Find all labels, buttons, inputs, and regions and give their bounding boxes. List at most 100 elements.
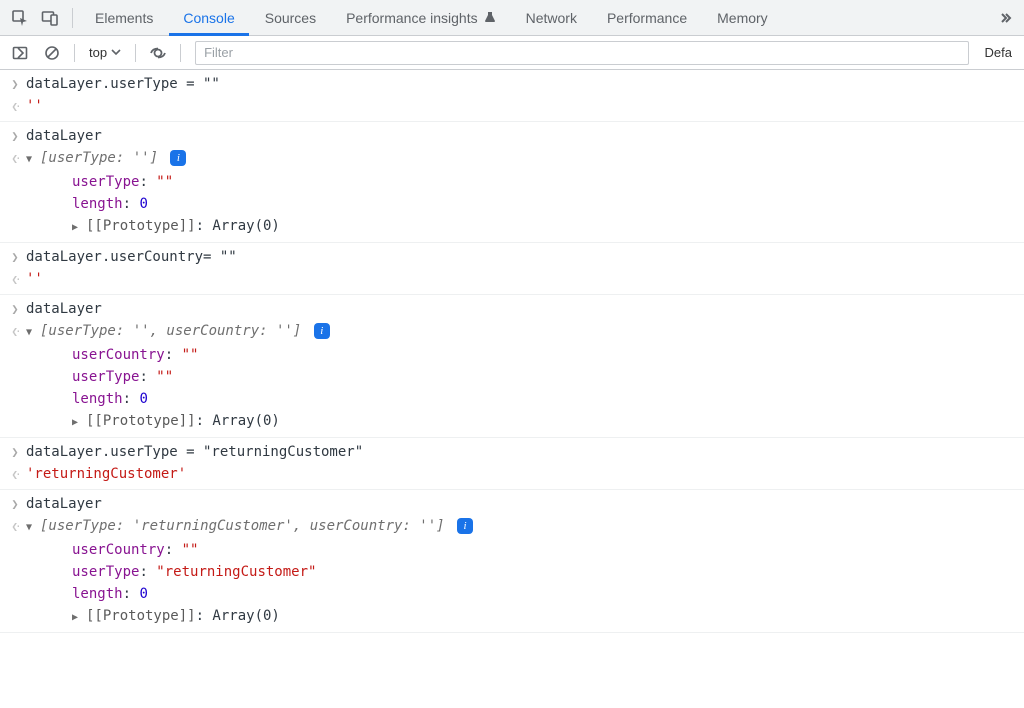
code-text: [userType: ''] i (26, 148, 186, 170)
code-text: [[Prototype]]: Array(0) (72, 606, 280, 628)
info-badge-icon[interactable]: i (170, 150, 186, 166)
console-entry: dataLayer.userType = ""'' (0, 70, 1024, 122)
code-text: length: 0 (72, 389, 148, 409)
code-text: dataLayer.userType = "" (26, 74, 220, 94)
execution-context-select[interactable]: top (83, 45, 127, 60)
input-marker-icon (4, 126, 26, 146)
tab-elements[interactable]: Elements (81, 0, 167, 36)
tab-memory[interactable]: Memory (703, 0, 782, 36)
code-text: [[Prototype]]: Array(0) (72, 216, 280, 238)
console-line[interactable]: '' (4, 95, 1024, 118)
code-text: userType: "" (72, 172, 173, 192)
input-marker-icon (4, 247, 26, 267)
console-line[interactable]: dataLayer.userType = "returningCustomer" (4, 441, 1024, 463)
toggle-sidebar-icon[interactable] (6, 39, 34, 67)
code-text: dataLayer.userCountry= "" (26, 247, 237, 267)
console-line[interactable]: dataLayer.userCountry= "" (4, 246, 1024, 268)
code-text: userCountry: "" (72, 540, 198, 560)
console-entry: dataLayer[userType: '', userCountry: '']… (0, 295, 1024, 438)
device-toggle-icon[interactable] (36, 4, 64, 32)
disclosure-right-icon[interactable] (72, 218, 84, 238)
output-marker-icon (4, 516, 26, 537)
output-marker-icon (4, 96, 26, 117)
console-line[interactable]: userType: "" (4, 171, 1024, 193)
console-output[interactable]: dataLayer.userType = ""''dataLayer[userT… (0, 70, 1024, 633)
code-text: length: 0 (72, 194, 148, 214)
console-line[interactable]: userType: "returningCustomer" (4, 561, 1024, 583)
code-text: [[Prototype]]: Array(0) (72, 411, 280, 433)
console-line[interactable]: [userType: '', userCountry: ''] i (4, 320, 1024, 344)
tab-performance[interactable]: Performance (593, 0, 701, 36)
output-marker-icon (4, 148, 26, 169)
info-badge-icon[interactable]: i (314, 323, 330, 339)
code-text: userType: "returningCustomer" (72, 562, 316, 582)
console-line[interactable]: length: 0 (4, 193, 1024, 215)
console-line[interactable]: '' (4, 268, 1024, 291)
console-entry: dataLayer.userType = "returningCustomer"… (0, 438, 1024, 490)
console-line[interactable]: userCountry: "" (4, 344, 1024, 366)
console-entry: dataLayer[userType: 'returningCustomer',… (0, 490, 1024, 633)
tab-console[interactable]: Console (169, 0, 248, 36)
input-marker-icon (4, 74, 26, 94)
filter-input[interactable] (195, 41, 968, 65)
code-text: dataLayer (26, 494, 102, 514)
console-line[interactable]: dataLayer (4, 125, 1024, 147)
inspect-icon[interactable] (6, 4, 34, 32)
divider (72, 8, 73, 28)
console-line[interactable]: length: 0 (4, 583, 1024, 605)
code-text: dataLayer (26, 299, 102, 319)
console-toolbar: top Defa (0, 36, 1024, 70)
more-tabs-icon[interactable] (990, 4, 1018, 32)
code-text: length: 0 (72, 584, 148, 604)
divider (135, 44, 136, 62)
code-text: '' (26, 96, 43, 116)
console-line[interactable]: length: 0 (4, 388, 1024, 410)
console-line[interactable]: [[Prototype]]: Array(0) (4, 410, 1024, 434)
console-entry: dataLayer.userCountry= ""'' (0, 243, 1024, 295)
code-text: [userType: 'returningCustomer', userCoun… (26, 516, 473, 538)
console-line[interactable]: dataLayer (4, 493, 1024, 515)
disclosure-down-icon[interactable] (26, 518, 38, 538)
output-marker-icon (4, 321, 26, 342)
code-text: '' (26, 269, 43, 289)
console-line[interactable]: dataLayer.userType = "" (4, 73, 1024, 95)
input-marker-icon (4, 442, 26, 462)
console-line[interactable]: userCountry: "" (4, 539, 1024, 561)
output-marker-icon (4, 269, 26, 290)
code-text: dataLayer.userType = "returningCustomer" (26, 442, 363, 462)
disclosure-right-icon[interactable] (72, 413, 84, 433)
code-text: userType: "" (72, 367, 173, 387)
tab-performance-insights[interactable]: Performance insights (332, 0, 510, 36)
console-line[interactable]: [[Prototype]]: Array(0) (4, 215, 1024, 239)
console-line[interactable]: [userType: ''] i (4, 147, 1024, 171)
chevron-down-icon (111, 45, 121, 60)
input-marker-icon (4, 299, 26, 319)
console-line[interactable]: [userType: 'returningCustomer', userCoun… (4, 515, 1024, 539)
input-marker-icon (4, 494, 26, 514)
tab-sources[interactable]: Sources (251, 0, 330, 36)
code-text: [userType: '', userCountry: ''] i (26, 321, 330, 343)
info-badge-icon[interactable]: i (457, 518, 473, 534)
output-marker-icon (4, 464, 26, 485)
flask-icon (484, 10, 496, 26)
disclosure-down-icon[interactable] (26, 323, 38, 343)
disclosure-down-icon[interactable] (26, 150, 38, 170)
devtools-tabbar: Elements Console Sources Performance ins… (0, 0, 1024, 36)
divider (74, 44, 75, 62)
context-label: top (89, 45, 107, 60)
disclosure-right-icon[interactable] (72, 608, 84, 628)
console-line[interactable]: [[Prototype]]: Array(0) (4, 605, 1024, 629)
tab-network[interactable]: Network (512, 0, 591, 36)
console-line[interactable]: dataLayer (4, 298, 1024, 320)
clear-console-icon[interactable] (38, 39, 66, 67)
code-text: 'returningCustomer' (26, 464, 186, 484)
log-levels-select[interactable]: Defa (979, 45, 1018, 60)
divider (180, 44, 181, 62)
code-text: dataLayer (26, 126, 102, 146)
tab-label: Performance insights (346, 10, 478, 26)
console-entry: dataLayer[userType: ''] iuserType: ""len… (0, 122, 1024, 243)
code-text: userCountry: "" (72, 345, 198, 365)
live-expression-icon[interactable] (144, 39, 172, 67)
console-line[interactable]: userType: "" (4, 366, 1024, 388)
console-line[interactable]: 'returningCustomer' (4, 463, 1024, 486)
